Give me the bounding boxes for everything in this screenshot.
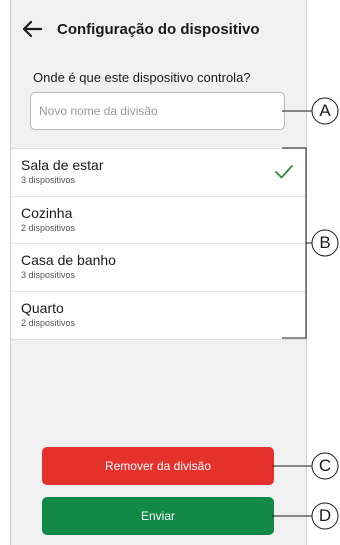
room-name: Cozinha <box>21 204 73 221</box>
new-room-name-input[interactable] <box>30 92 285 130</box>
checkmark-icon <box>275 165 293 179</box>
callout-d: D <box>318 506 332 525</box>
arrow-left-icon <box>22 20 43 38</box>
callout-b: B <box>319 233 331 252</box>
room-item-casa-de-banho[interactable]: Casa de banho 3 dispositivos <box>11 244 306 292</box>
room-device-count: 3 dispositivos <box>21 175 76 185</box>
app-header: Configuração do dispositivo <box>11 14 306 44</box>
room-device-count: 2 dispositivos <box>21 222 76 233</box>
room-device-count: 3 dispositivos <box>21 270 76 280</box>
room-name: Quarto <box>21 299 64 316</box>
send-button[interactable]: Enviar <box>42 497 274 535</box>
back-button[interactable] <box>19 18 45 40</box>
page-title: Configuração do dispositivo <box>57 21 260 38</box>
room-name: Sala de estar <box>21 157 104 173</box>
room-item-cozinha[interactable]: Cozinha 2 dispositivos <box>11 197 306 244</box>
room-list: Sala de estar 3 dispositivos Cozinha 2 d… <box>11 148 306 340</box>
room-name: Casa de banho <box>21 252 116 268</box>
room-question-label: Onde é que este dispositivo controla? <box>33 70 251 85</box>
callout-a: A <box>319 101 331 120</box>
room-device-count: 2 dispositivos <box>21 317 76 328</box>
callout-c: C <box>318 456 332 475</box>
device-config-screen: Configuração do dispositivo Onde é que e… <box>10 0 307 545</box>
room-item-sala-de-estar[interactable]: Sala de estar 3 dispositivos <box>11 149 306 197</box>
remove-from-room-button[interactable]: Remover da divisão <box>42 447 274 485</box>
room-item-quarto[interactable]: Quarto 2 dispositivos <box>11 292 306 340</box>
